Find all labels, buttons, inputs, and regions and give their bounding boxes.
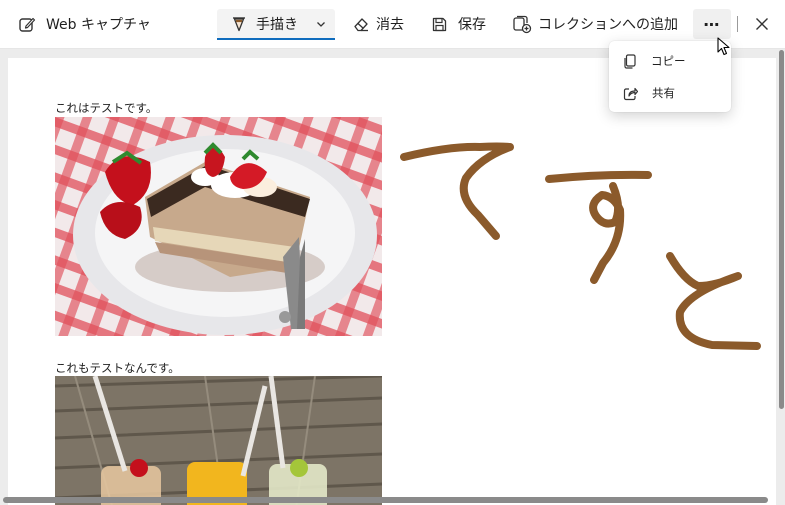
vertical-scrollbar-thumb[interactable] (779, 50, 784, 409)
menu-item-copy-label: コピー (651, 54, 686, 68)
menu-item-copy[interactable]: コピー (609, 47, 731, 75)
menu-item-share-label: 共有 (652, 86, 675, 100)
share-icon (623, 87, 638, 100)
menu-item-share[interactable]: 共有 (609, 79, 731, 107)
handwriting-strokes (400, 142, 761, 350)
mouse-cursor-icon (717, 37, 730, 56)
copy-icon (624, 53, 636, 69)
horizontal-scrollbar-thumb[interactable] (3, 497, 768, 503)
more-options-menu: コピー 共有 (609, 41, 731, 112)
